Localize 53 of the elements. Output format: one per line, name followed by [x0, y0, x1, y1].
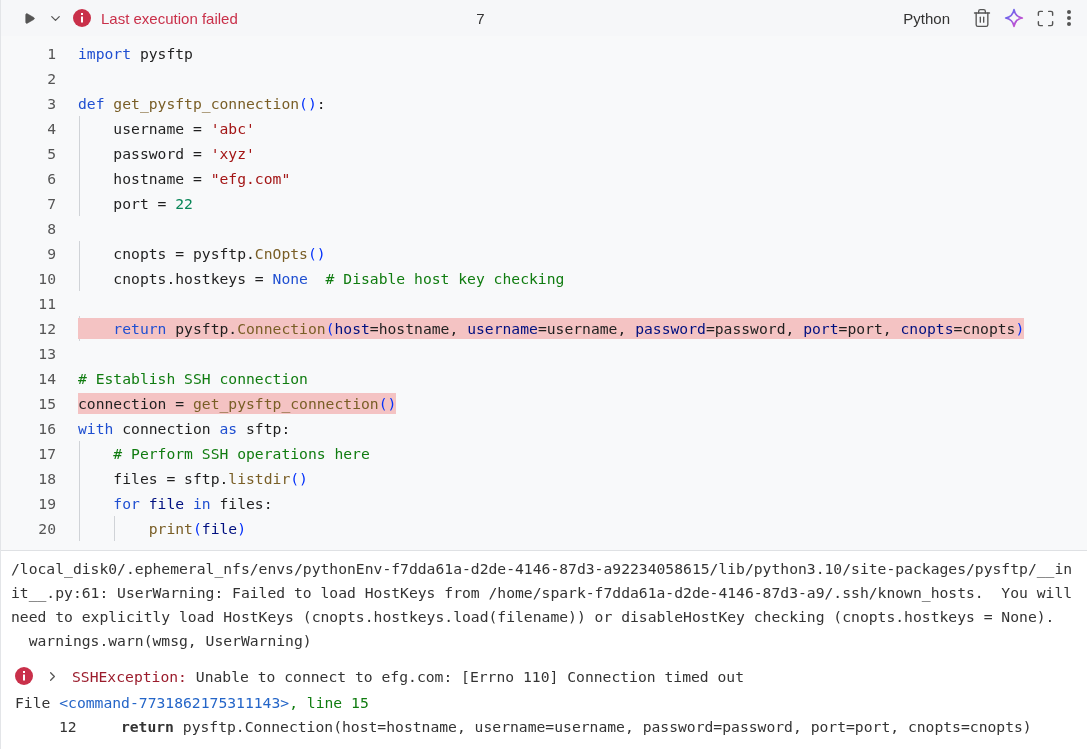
- fullscreen-icon: [1036, 8, 1055, 28]
- line-number: 3: [46, 95, 56, 112]
- code-line: hostname = "efg.com": [112, 169, 291, 189]
- line-number: 6: [46, 170, 56, 187]
- line-number: 9: [46, 245, 56, 262]
- command-link[interactable]: <command-7731862175311143>: [59, 694, 290, 711]
- assistant-button[interactable]: [1002, 6, 1026, 30]
- line-number: 11: [37, 295, 56, 312]
- code-line: def get_pysftp_connection():: [78, 94, 326, 114]
- warning-text: /local_disk0/.ephemeral_nfs/envs/pythonEnv-f7dda61a-d2de-4146-87d3-a92234058615/lib/python3.10/site-packages/pysftp/__in: [11, 559, 1073, 580]
- execution-status: Last execution failed: [101, 9, 238, 27]
- line-number: 20: [37, 520, 56, 537]
- warning-text: warnings.warn(wmsg, UserWarning): [27, 631, 312, 651]
- code-line: cnopts.hostkeys = None # Disable host key checking: [112, 269, 565, 289]
- traceback-code-line: 12 return pysftp.Connection(host=hostname, username=username, password=password, port=port, cnopts=cnopts): [58, 717, 1032, 737]
- line-number: 7: [46, 195, 56, 212]
- language-label[interactable]: Python: [903, 9, 950, 27]
- line-number: 12: [37, 320, 56, 337]
- code-line: files = sftp.listdir(): [112, 469, 308, 489]
- code-line: cnopts = pysftp.CnOpts(): [112, 244, 326, 264]
- line-number: 14: [37, 370, 56, 387]
- error-icon: [15, 667, 33, 685]
- line-number: 4: [46, 120, 56, 137]
- line-number: 19: [37, 495, 56, 512]
- warning-text: it__.py:61: UserWarning: Failed to load HostKeys from /home/spark-f7dda61a-d2de-4146-87d3-a9/.ssh/known_hosts. You will: [11, 583, 1073, 604]
- line-number: 13: [37, 345, 56, 362]
- line-number: 5: [46, 145, 56, 162]
- code-line: # Perform SSH operations here: [112, 444, 370, 464]
- code-line: import pysftp: [78, 44, 193, 64]
- line-number: 18: [37, 470, 56, 487]
- sparkle-icon: [1004, 8, 1024, 28]
- code-line: for file in files:: [112, 494, 273, 514]
- line-number: 15: [37, 395, 56, 412]
- code-line: print(file): [147, 519, 247, 539]
- code-line: username = 'abc': [112, 119, 255, 139]
- error-message: SSHException: Unable to connect to efg.com: [Errno 110] Connection timed out: [72, 667, 745, 685]
- play-icon: [23, 11, 36, 25]
- traceback-location: File <command-7731862175311143>, line 15: [14, 693, 369, 713]
- code-line: # Establish SSH connection: [78, 369, 308, 389]
- line-number: 2: [46, 70, 56, 87]
- line-number: 8: [46, 220, 56, 237]
- code-line: port = 22: [112, 194, 193, 214]
- line-number: 17: [37, 445, 56, 462]
- execution-count: 7: [475, 9, 486, 27]
- trash-icon: [972, 8, 992, 28]
- line-number: 16: [37, 420, 56, 437]
- warning-text: need to explicitly load HostKeys (cnopts.hostkeys.load(filename)) or disableHostKey checking (cnopts.hostkeys = None).: [11, 607, 1055, 627]
- code-line: password = 'xyz': [112, 144, 255, 164]
- code-line: with connection as sftp:: [78, 419, 291, 439]
- line-number: 10: [37, 270, 56, 287]
- more-icon: [1067, 10, 1071, 26]
- more-button[interactable]: [1065, 8, 1073, 28]
- line-number: 1: [46, 45, 56, 62]
